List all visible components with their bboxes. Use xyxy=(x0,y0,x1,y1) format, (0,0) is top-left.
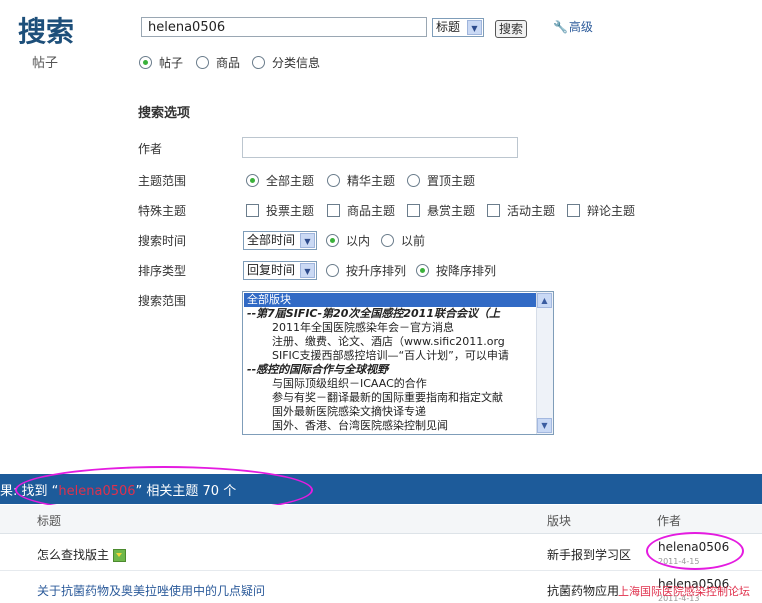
scope-option-all[interactable]: 全部主题 xyxy=(246,172,314,189)
special-label: 特殊主题 xyxy=(138,204,187,218)
type-radio-posts[interactable] xyxy=(139,56,152,69)
forum-option[interactable]: --第7届SIFIC-第20次全国感控2011联合会议（上 xyxy=(244,307,537,321)
forum-option[interactable]: 2011年全国医院感染年会－官方消息 xyxy=(244,321,537,335)
special-option-activity[interactable]: 活动主题 xyxy=(487,202,555,219)
sort-select-value: 回复时间 xyxy=(247,263,296,277)
search-options-heading: 搜索选项 xyxy=(138,106,191,121)
special-option-debate[interactable]: 辩论主题 xyxy=(567,202,635,219)
forum-option[interactable]: --感控的国际合作与全球视野 xyxy=(244,363,537,377)
search-field-select[interactable]: 标题 xyxy=(432,18,484,37)
watermark: 上海国际医院感染控制论坛 xyxy=(618,585,750,598)
time-radio-within[interactable] xyxy=(326,234,339,247)
scope-option-sticky[interactable]: 置顶主题 xyxy=(407,172,475,189)
forum-option[interactable]: 与国际顶级组织－ICAAC的合作 xyxy=(244,377,537,391)
scope-option-digest[interactable]: 精华主题 xyxy=(327,172,395,189)
scope-radio-digest[interactable] xyxy=(327,174,340,187)
sort-option-asc[interactable]: 按升序排列 xyxy=(326,262,406,279)
special-check-goods[interactable] xyxy=(327,204,340,217)
page-subtitle: 帖子 xyxy=(32,56,59,71)
row-forum[interactable]: 抗菌药物应用 xyxy=(547,582,619,599)
advanced-search-link[interactable]: 🔧 高级 xyxy=(553,18,593,35)
type-option-classified[interactable]: 分类信息 xyxy=(252,54,320,71)
forum-list[interactable]: 全部版块 --第7届SIFIC-第20次全国感控2011联合会议（上 2011年全国… xyxy=(244,293,537,433)
special-check-debate[interactable] xyxy=(567,204,580,217)
forum-option[interactable]: SIFIC支援西部感控培训—“百人计划”，可以申请 xyxy=(244,349,537,363)
sort-option-desc[interactable]: 按降序排列 xyxy=(416,262,496,279)
forum-option[interactable]: 全部版块 xyxy=(244,293,537,307)
time-label: 搜索时间 xyxy=(138,234,187,248)
type-option-posts[interactable]: 帖子 xyxy=(139,54,183,71)
time-select[interactable]: 全部时间 xyxy=(243,231,317,250)
row-forum[interactable]: 新手报到学习区 xyxy=(547,546,631,563)
col-forum: 版块 xyxy=(547,514,572,528)
time-option-before[interactable]: 以前 xyxy=(381,232,425,249)
wrench-icon: 🔧 xyxy=(553,20,568,34)
advanced-search-label: 高级 xyxy=(568,20,593,34)
search-input[interactable] xyxy=(141,17,427,37)
author-label: 作者 xyxy=(138,142,163,156)
listbox-scrollbar[interactable]: ▲ ▼ xyxy=(536,292,553,434)
forum-option[interactable]: 注册、缴费、论文、酒店（www.sific2011.org xyxy=(244,335,537,349)
search-button[interactable]: 搜索 xyxy=(495,20,528,38)
time-option-within[interactable]: 以内 xyxy=(326,232,370,249)
row-title-link[interactable]: 怎么查找版主 xyxy=(37,546,127,563)
scroll-down-icon[interactable]: ▼ xyxy=(537,418,552,433)
forum-option[interactable]: 国外、香港、台湾医院感染控制见闻 xyxy=(244,419,537,433)
special-check-reward[interactable] xyxy=(407,204,420,217)
sort-radio-asc[interactable] xyxy=(326,264,339,277)
scope-radio-all[interactable] xyxy=(246,174,259,187)
sort-select[interactable]: 回复时间 xyxy=(243,261,317,280)
special-check-activity[interactable] xyxy=(487,204,500,217)
time-radio-before[interactable] xyxy=(381,234,394,247)
time-select-value: 全部时间 xyxy=(247,233,296,247)
range-label: 搜索范围 xyxy=(138,294,187,308)
special-option-reward[interactable]: 悬赏主题 xyxy=(407,202,475,219)
scroll-up-icon[interactable]: ▲ xyxy=(537,293,552,308)
special-check-poll[interactable] xyxy=(246,204,259,217)
special-option-poll[interactable]: 投票主题 xyxy=(246,202,314,219)
col-author: 作者 xyxy=(657,514,682,528)
attachment-icon xyxy=(113,549,127,562)
highlight-oval-author xyxy=(646,532,744,570)
results-table-header xyxy=(0,505,762,534)
search-field-select-value: 标题 xyxy=(436,20,461,34)
row-title-link[interactable]: 关于抗菌药物及奥美拉唑使用中的几点疑问 xyxy=(37,582,265,599)
sort-radio-desc[interactable] xyxy=(416,264,429,277)
scope-radio-sticky[interactable] xyxy=(407,174,420,187)
forum-option[interactable]: 国外最新医院感染文摘快译专递 xyxy=(244,405,537,419)
scope-label: 主题范围 xyxy=(138,174,187,188)
type-option-goods[interactable]: 商品 xyxy=(196,54,240,71)
page-title: 搜索 xyxy=(18,15,75,48)
author-input[interactable] xyxy=(242,137,518,158)
type-radio-classified[interactable] xyxy=(252,56,265,69)
forum-option[interactable]: 参与有奖－翻译最新的国际重要指南和指定文献 xyxy=(244,391,537,405)
type-radio-goods[interactable] xyxy=(196,56,209,69)
sort-label: 排序类型 xyxy=(138,264,187,278)
col-title: 标题 xyxy=(37,514,62,528)
forum-listbox[interactable]: 全部版块 --第7届SIFIC-第20次全国感控2011联合会议（上 2011年全国… xyxy=(242,291,554,435)
special-option-goods[interactable]: 商品主题 xyxy=(327,202,395,219)
